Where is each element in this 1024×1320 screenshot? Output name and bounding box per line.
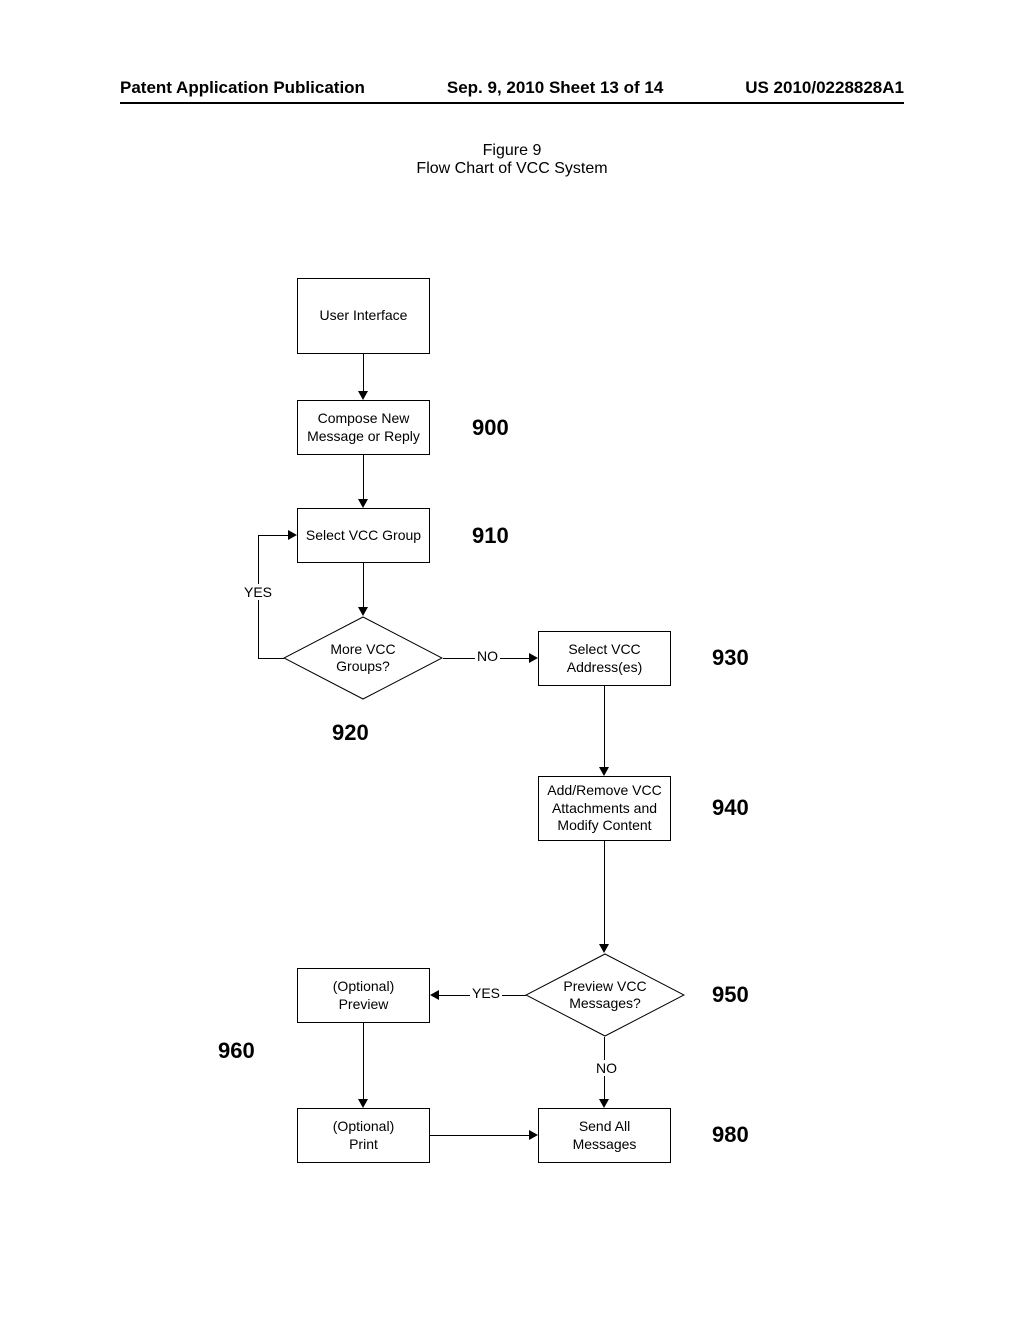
arrow-yes-head bbox=[288, 530, 297, 540]
arrow-print-send bbox=[430, 1135, 529, 1136]
arrow-prev-print bbox=[363, 1023, 364, 1100]
arrow-yes2-head bbox=[430, 990, 439, 1000]
ref-910: 910 bbox=[472, 523, 509, 549]
ref-930: 930 bbox=[712, 645, 749, 671]
node-select-address: Select VCC Address(es) bbox=[538, 631, 671, 686]
arrow-addr-addrem-head bbox=[599, 767, 609, 776]
arrow-ui-compose bbox=[363, 354, 364, 392]
arrow-prev-print-head bbox=[358, 1099, 368, 1108]
node-optional-preview: (Optional) Preview bbox=[297, 968, 430, 1023]
arrow-addrem-prev-head bbox=[599, 944, 609, 953]
arrow-compose-select bbox=[363, 455, 364, 500]
node-select-group: Select VCC Group bbox=[297, 508, 430, 563]
ref-980: 980 bbox=[712, 1122, 749, 1148]
arrow-yes-h1 bbox=[258, 658, 284, 659]
arrow-no1-head bbox=[529, 653, 538, 663]
arrow-addrem-prev bbox=[604, 841, 605, 945]
ref-950: 950 bbox=[712, 982, 749, 1008]
node-preview-q: Preview VCC Messages? bbox=[525, 953, 685, 1037]
node-optional-print: (Optional) Print bbox=[297, 1108, 430, 1163]
node-more-groups-label: More VCC Groups? bbox=[283, 616, 443, 700]
edge-no2: NO bbox=[594, 1060, 619, 1076]
arrow-no2-head bbox=[599, 1099, 609, 1108]
flowchart-canvas: User Interface Compose New Message or Re… bbox=[0, 0, 1024, 1320]
node-preview-q-label: Preview VCC Messages? bbox=[525, 953, 685, 1037]
node-compose: Compose New Message or Reply bbox=[297, 400, 430, 455]
edge-yes1: YES bbox=[242, 584, 274, 600]
node-add-remove: Add/Remove VCC Attachments and Modify Co… bbox=[538, 776, 671, 841]
arrow-print-send-head bbox=[529, 1130, 538, 1140]
arrow-select-more-head bbox=[358, 607, 368, 616]
node-more-groups: More VCC Groups? bbox=[283, 616, 443, 700]
arrow-yes-h2 bbox=[258, 535, 288, 536]
node-send-all: Send All Messages bbox=[538, 1108, 671, 1163]
ref-940: 940 bbox=[712, 795, 749, 821]
ref-920: 920 bbox=[332, 720, 369, 746]
arrow-ui-compose-head bbox=[358, 391, 368, 400]
ref-960: 960 bbox=[218, 1038, 255, 1064]
arrow-select-more bbox=[363, 563, 364, 608]
edge-no1: NO bbox=[475, 648, 500, 664]
edge-yes2: YES bbox=[470, 985, 502, 1001]
arrow-addr-addrem bbox=[604, 686, 605, 768]
ref-900: 900 bbox=[472, 415, 509, 441]
node-user-interface: User Interface bbox=[297, 278, 430, 354]
arrow-compose-select-head bbox=[358, 499, 368, 508]
